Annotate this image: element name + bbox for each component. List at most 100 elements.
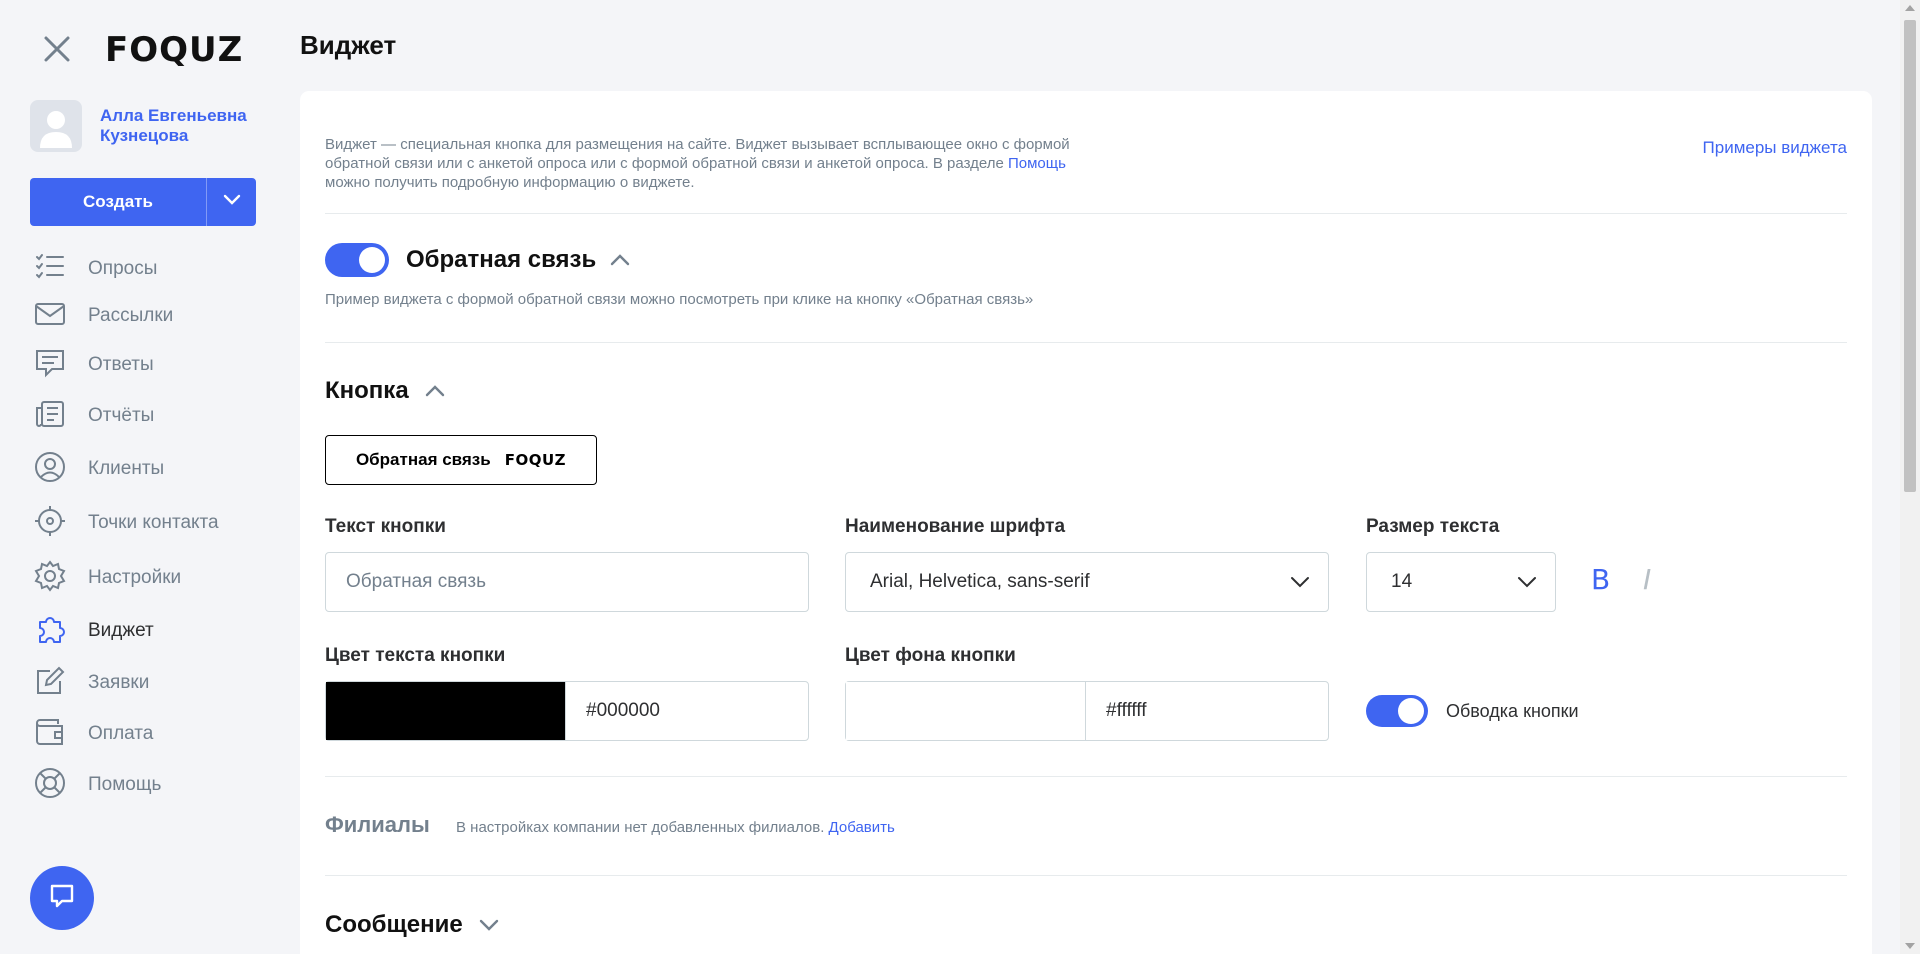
avatar (30, 100, 82, 152)
bg-color-value[interactable]: #ffffff (1086, 700, 1147, 722)
sidebar-item-label: Оплата (88, 723, 154, 744)
text-size-label: Размер текста (1366, 516, 1500, 537)
sidebar-item-widget[interactable]: Виджет (34, 614, 154, 648)
button-text-placeholder: Обратная связь (346, 571, 486, 592)
scroll-down-arrow-icon[interactable] (1905, 943, 1915, 949)
bg-color-swatch[interactable] (846, 682, 1086, 740)
widget-examples-link[interactable]: Примеры виджета (1703, 138, 1847, 158)
report-icon (34, 398, 66, 435)
sidebar-item-contact-points[interactable]: Точки контакта (34, 505, 219, 542)
sidebar-item-label: Рассылки (88, 305, 174, 326)
create-button-label[interactable]: Создать (30, 178, 206, 226)
text-color-swatch[interactable] (326, 682, 566, 740)
bg-color-input[interactable]: #ffffff (845, 681, 1329, 741)
message-section-title: Сообщение (325, 911, 463, 938)
chevron-down-icon[interactable] (479, 919, 499, 931)
font-name-label: Наименование шрифта (845, 516, 1066, 537)
sidebar-item-help[interactable]: Помощь (34, 767, 162, 804)
user-circle-icon (34, 451, 66, 488)
mail-icon (34, 298, 66, 335)
sidebar-item-label: Помощь (88, 774, 162, 795)
font-name-select[interactable]: Arial, Helvetica, sans-serif (845, 552, 1329, 612)
chevron-down-icon (1517, 573, 1537, 595)
outline-toggle[interactable] (1366, 695, 1428, 727)
text-color-value[interactable]: #000000 (566, 700, 660, 722)
button-text-input[interactable]: Обратная связь (325, 552, 809, 612)
user-profile[interactable]: Алла Евгеньевна Кузнецова (30, 100, 260, 152)
chat-button[interactable] (30, 866, 94, 930)
sidebar-item-answers[interactable]: Ответы (34, 348, 154, 382)
intro-text-part: можно получить подробную информацию о ви… (325, 174, 695, 191)
widget-preview-button[interactable]: Обратная связь FOQUZ (325, 435, 597, 485)
feedback-note: Пример виджета с формой обратной связи м… (325, 291, 1034, 308)
sidebar-item-payment[interactable]: Оплата (34, 717, 153, 751)
chevron-up-icon[interactable] (425, 385, 445, 397)
button-section-title: Кнопка (325, 377, 409, 404)
divider (325, 776, 1847, 777)
intro-text-part: Виджет — специальная кнопка для размещен… (325, 136, 1070, 172)
sidebar-item-label: Клиенты (88, 458, 165, 479)
font-name-value: Arial, Helvetica, sans-serif (870, 571, 1090, 592)
sidebar-item-settings[interactable]: Настройки (34, 559, 182, 597)
sidebar-item-surveys[interactable]: Опросы (34, 252, 157, 286)
sidebar-item-label: Точки контакта (88, 512, 219, 533)
divider (325, 875, 1847, 876)
branches-note: В настройках компании нет добавленных фи… (456, 819, 895, 836)
sidebar-item-label: Опросы (88, 258, 158, 279)
sidebar-item-clients[interactable]: Клиенты (34, 451, 165, 488)
bold-toggle[interactable]: B (1591, 563, 1610, 596)
list-check-icon (34, 251, 66, 288)
branches-title: Филиалы (325, 812, 430, 837)
page-scrollbar[interactable] (1900, 0, 1920, 954)
widget-card: Виджет — специальная кнопка для размещен… (300, 91, 1872, 954)
sidebar-item-label: Ответы (88, 354, 154, 375)
text-size-select[interactable]: 14 (1366, 552, 1556, 612)
outline-label: Обводка кнопки (1446, 700, 1579, 721)
help-link[interactable]: Помощь (1008, 155, 1066, 172)
preview-button-logo: FOQUZ (504, 451, 567, 469)
text-color-label: Цвет текста кнопки (325, 645, 506, 666)
scrollbar-thumb[interactable] (1904, 20, 1916, 492)
chevron-down-icon (223, 193, 241, 211)
chat-icon (48, 882, 76, 915)
lifebuoy-icon (34, 767, 66, 804)
create-dropdown-toggle[interactable] (206, 178, 256, 226)
message-icon (34, 347, 66, 384)
divider (325, 342, 1847, 343)
create-button[interactable]: Создать (30, 178, 256, 226)
close-icon[interactable] (42, 34, 72, 64)
button-text-label: Текст кнопки (325, 516, 446, 537)
add-branch-link[interactable]: Добавить (829, 819, 895, 836)
text-size-value: 14 (1391, 571, 1413, 592)
feedback-section-header: Обратная связь (325, 243, 630, 277)
sidebar-item-label: Настройки (88, 567, 182, 588)
text-color-input[interactable]: #000000 (325, 681, 809, 741)
message-section-header: Сообщение (325, 911, 499, 939)
chevron-up-icon[interactable] (610, 254, 630, 266)
bg-color-label: Цвет фона кнопки (845, 645, 1016, 666)
outline-row: Обводка кнопки (1366, 695, 1579, 727)
branches-note-text: В настройках компании нет добавленных фи… (456, 819, 825, 836)
gear-icon (34, 559, 66, 597)
preview-button-label: Обратная связь (355, 450, 491, 469)
wallet-icon (34, 716, 66, 753)
feedback-title: Обратная связь (406, 246, 597, 273)
sidebar: FOQUZ Алла Евгеньевна Кузнецова Создать … (0, 0, 292, 954)
italic-toggle[interactable]: I (1643, 563, 1651, 596)
puzzle-icon (34, 613, 66, 650)
logo: FOQUZ (105, 30, 244, 70)
feedback-toggle[interactable] (325, 243, 389, 277)
target-icon (34, 505, 66, 542)
sidebar-item-label: Отчёты (88, 405, 155, 426)
sidebar-item-reports[interactable]: Отчёты (34, 399, 154, 433)
intro-text: Виджет — специальная кнопка для размещен… (325, 135, 1095, 192)
user-name[interactable]: Алла Евгеньевна Кузнецова (100, 106, 260, 146)
page-title: Виджет (300, 30, 397, 60)
edit-icon (34, 665, 66, 702)
sidebar-item-mailings[interactable]: Рассылки (34, 299, 173, 333)
scroll-up-arrow-icon[interactable] (1905, 5, 1915, 11)
sidebar-item-requests[interactable]: Заявки (34, 666, 149, 700)
divider (325, 213, 1847, 214)
chevron-down-icon (1290, 573, 1310, 595)
sidebar-item-label: Виджет (88, 620, 154, 641)
